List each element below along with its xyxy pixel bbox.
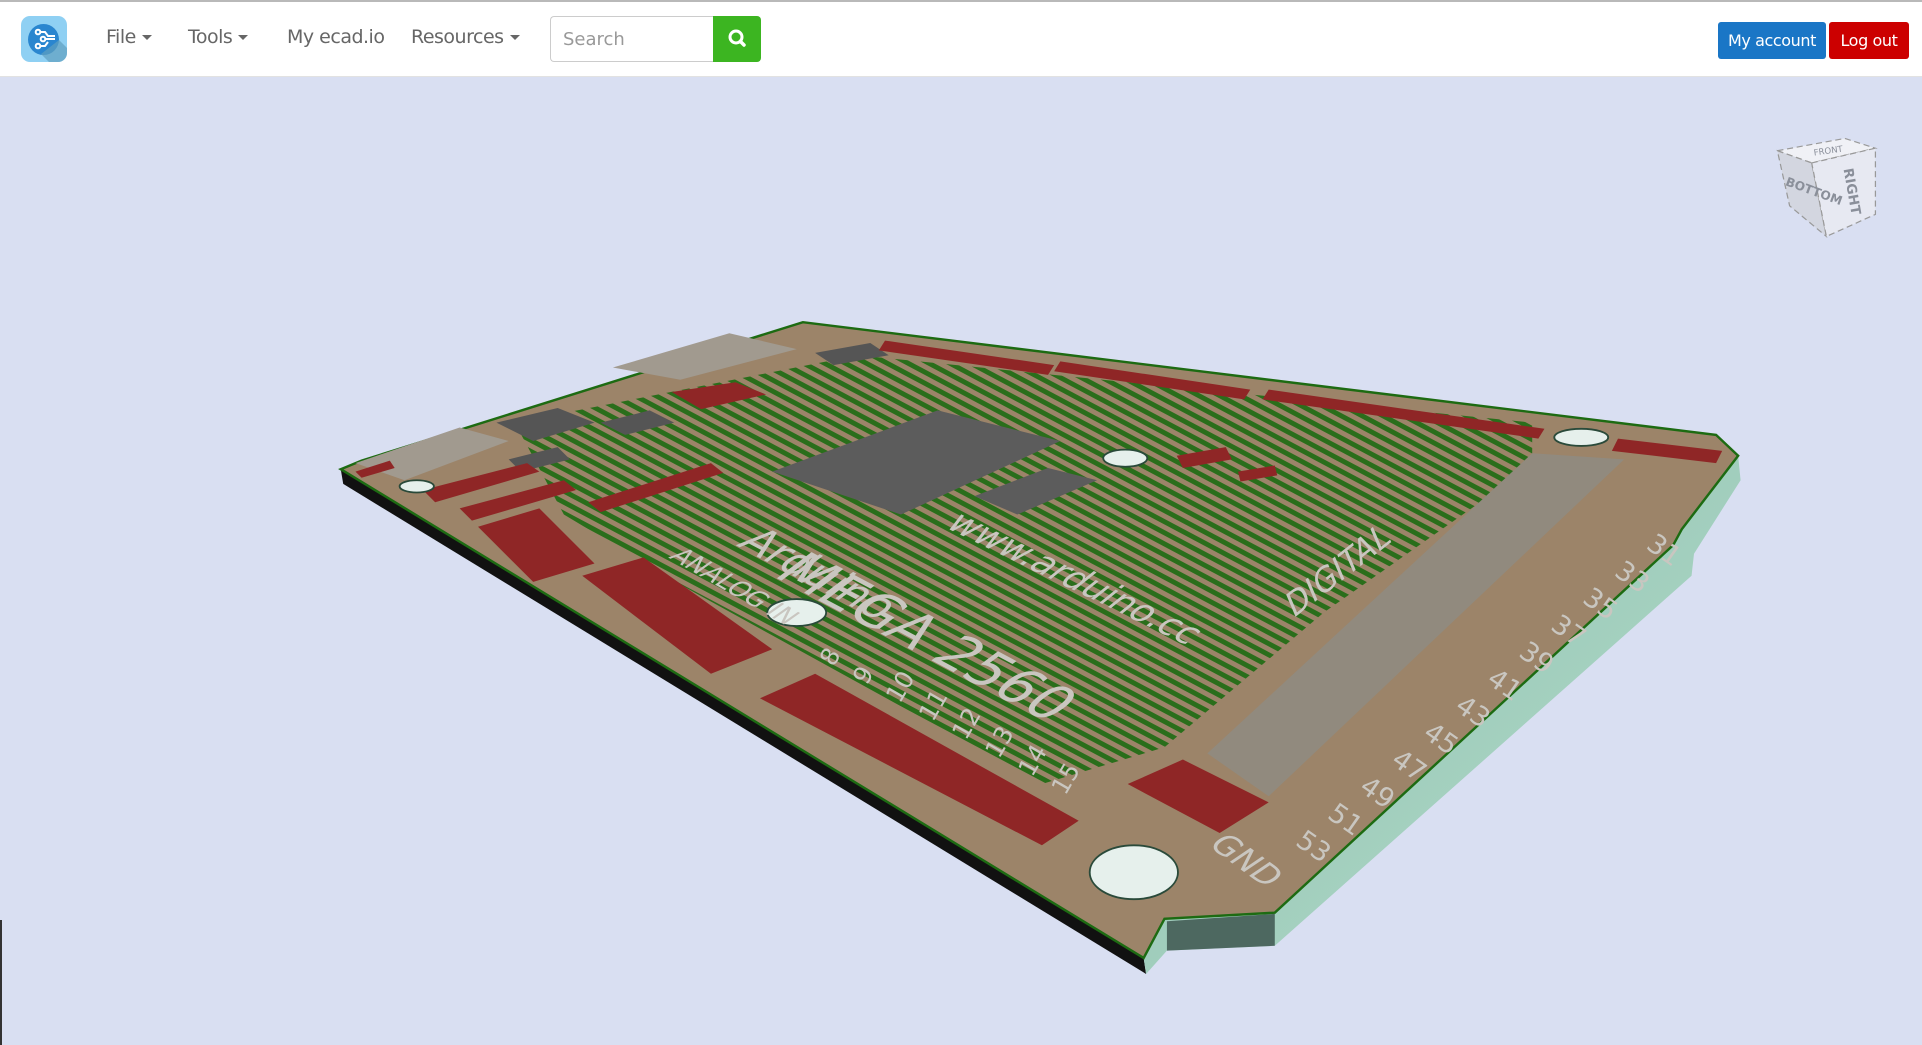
- menu-my-ecad-label: My ecad.io: [287, 26, 385, 48]
- logout-button[interactable]: Log out: [1829, 22, 1909, 59]
- mounting-hole: [1553, 427, 1610, 447]
- search-icon: [728, 29, 746, 47]
- menu-resources-label: Resources: [411, 26, 504, 48]
- window-edge: [0, 920, 2, 1045]
- search-input[interactable]: [550, 16, 713, 62]
- caret-down-icon: [141, 35, 152, 40]
- menu-file[interactable]: File: [106, 26, 152, 48]
- mounting-hole: [1102, 448, 1149, 468]
- menu-tools-label: Tools: [188, 26, 233, 48]
- menu-resources[interactable]: Resources: [411, 26, 520, 48]
- my-account-button[interactable]: My account: [1718, 22, 1826, 59]
- menu-tools[interactable]: Tools: [188, 26, 249, 48]
- view-cube[interactable]: RIGHT BOTTOM FRONT: [1774, 137, 1878, 239]
- navbar: File Tools My ecad.io Resources My accou…: [0, 2, 1922, 77]
- caret-down-icon: [238, 35, 249, 40]
- menu-file-label: File: [106, 26, 136, 48]
- 3d-pcb-viewport[interactable]: Arduino MEGA 2560 www.arduino.cc ANALOG …: [0, 0, 1922, 1045]
- caret-down-icon: [509, 35, 520, 40]
- ecad-logo-icon[interactable]: [21, 16, 67, 62]
- menu-my-ecad[interactable]: My ecad.io: [287, 26, 385, 48]
- mounting-hole: [398, 479, 435, 494]
- mounting-hole: [1088, 844, 1179, 901]
- search-button[interactable]: [713, 16, 761, 62]
- pcb-board-3d: Arduino MEGA 2560 www.arduino.cc ANALOG …: [338, 320, 1741, 974]
